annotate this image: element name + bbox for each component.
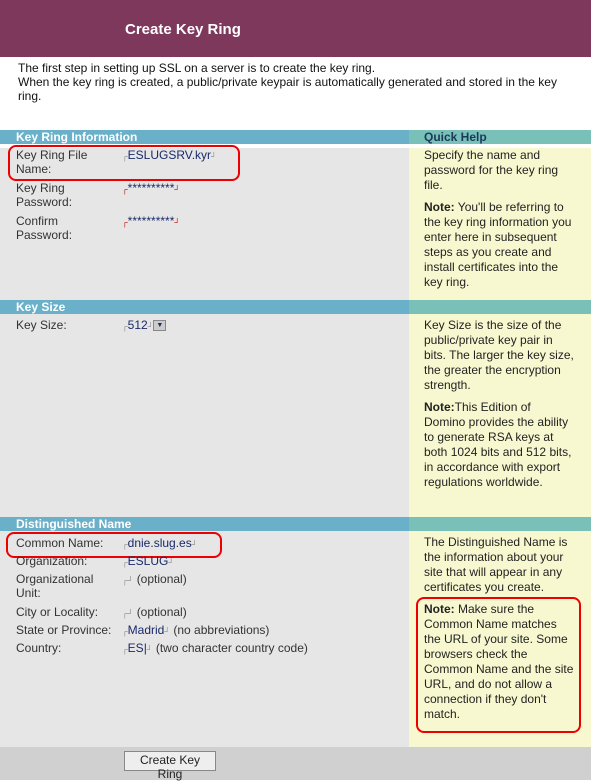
password-label: Key Ring Password: [16, 181, 73, 209]
help-key-size: Key Size is the size of the public/priva… [424, 318, 574, 489]
state-label: State or Province: [16, 623, 112, 637]
help-spacer-2 [409, 517, 591, 531]
city-label: City or Locality: [16, 605, 99, 619]
org-unit-input[interactable]: ┌┘ (optional) [122, 572, 187, 586]
organization-input[interactable]: ┌ESLUG┘ [122, 554, 174, 568]
key-size-select[interactable]: ┌512┘ ▼ [122, 318, 167, 332]
password-input[interactable]: ┌**********┘ [122, 181, 180, 195]
page-title: Create Key Ring [125, 21, 241, 38]
help-dn: The Distinguished Name is the informatio… [424, 535, 568, 594]
intro-line-2: When the key ring is created, a public/p… [18, 75, 557, 103]
city-input[interactable]: ┌┘ (optional) [122, 605, 187, 619]
section-distinguished-name: Distinguished Name [0, 517, 409, 531]
help-key-ring: Specify the name and password for the ke… [424, 148, 572, 289]
state-input[interactable]: ┌Madrid┘ (no abbreviations) [122, 623, 269, 637]
intro-line-1: The first step in setting up SSL on a se… [18, 61, 376, 75]
intro-text: The first step in setting up SSL on a se… [18, 61, 578, 103]
org-unit-label: Organizational Unit: [16, 572, 94, 600]
help-spacer [409, 300, 591, 314]
section-key-ring-info: Key Ring Information [0, 130, 409, 144]
organization-label: Organization: [16, 554, 88, 568]
quick-help-heading: Quick Help [409, 130, 591, 144]
page-header: Create Key Ring [0, 0, 591, 57]
country-input[interactable]: ┌ES|┘ (two character country code) [122, 641, 308, 655]
highlight-note [416, 597, 581, 733]
section-key-size: Key Size [0, 300, 409, 314]
highlight-file-name [8, 145, 240, 181]
footer-bar [0, 747, 591, 780]
key-size-label: Key Size: [16, 318, 67, 332]
chevron-down-icon[interactable]: ▼ [153, 320, 167, 332]
country-label: Country: [16, 641, 62, 655]
confirm-password-label: Confirm Password: [16, 214, 73, 242]
create-key-ring-button[interactable]: Create Key Ring [124, 751, 216, 781]
confirm-password-input[interactable]: ┌**********┘ [122, 214, 180, 228]
